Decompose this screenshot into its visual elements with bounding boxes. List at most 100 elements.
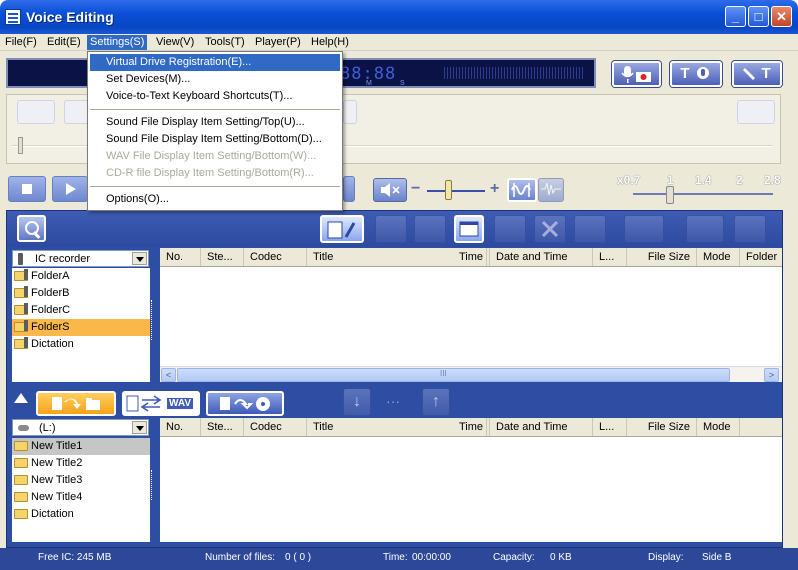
- column-codec[interactable]: Codec: [244, 248, 307, 266]
- combine-button[interactable]: [624, 215, 664, 243]
- capacity-value: 0 KB: [550, 552, 572, 563]
- drive-select[interactable]: (L:): [12, 419, 149, 436]
- speed-slider[interactable]: [666, 186, 674, 204]
- column-date-time[interactable]: Date and Time: [490, 248, 593, 266]
- folder-label: New Title3: [31, 474, 83, 486]
- speed-label-3: 2: [736, 173, 743, 187]
- menu-options[interactable]: Options(O)...: [90, 191, 340, 208]
- new-folder-button[interactable]: [494, 215, 526, 243]
- edit-tool-button-2[interactable]: [343, 100, 357, 124]
- scroll-thumb[interactable]: III: [177, 368, 730, 382]
- close-button[interactable]: ✕: [771, 6, 792, 27]
- voice-record-button[interactable]: [612, 61, 661, 87]
- drive-icon: [18, 425, 29, 431]
- undo-edit-button[interactable]: [17, 100, 55, 124]
- column-time[interactable]: Time: [425, 418, 490, 436]
- menu-edit[interactable]: Edit(E): [44, 35, 84, 50]
- level-meter: [444, 67, 584, 79]
- delete-button[interactable]: [534, 215, 566, 243]
- stop-button[interactable]: [8, 176, 46, 202]
- folder-label: FolderB: [31, 287, 70, 299]
- search-button[interactable]: [17, 215, 46, 242]
- folder-item[interactable]: FolderB: [12, 285, 150, 302]
- burn-cd-button[interactable]: [206, 391, 284, 416]
- copy-button[interactable]: [375, 215, 407, 243]
- column-mode[interactable]: Mode: [697, 418, 740, 436]
- move-up-button[interactable]: ↑: [422, 388, 450, 416]
- menu-view[interactable]: View(V): [153, 35, 197, 50]
- column-length[interactable]: L...: [593, 418, 627, 436]
- display-value: Side B: [702, 552, 732, 563]
- pane-splitter[interactable]: [151, 470, 156, 500]
- folder-item[interactable]: Dictation: [12, 506, 150, 523]
- column-stereo[interactable]: Ste...: [201, 418, 244, 436]
- menu-player[interactable]: Player(P): [252, 35, 304, 50]
- folder-item[interactable]: New Title4: [12, 489, 150, 506]
- menu-settings[interactable]: Settings(S): [87, 35, 148, 50]
- playback-button[interactable]: [343, 176, 355, 202]
- column-folder[interactable]: Folder: [740, 248, 782, 266]
- column-date-time[interactable]: Date and Time: [490, 418, 593, 436]
- column-length[interactable]: L...: [593, 248, 627, 266]
- menu-file[interactable]: File(F): [2, 35, 40, 50]
- volume-slider[interactable]: [445, 180, 452, 200]
- play-button[interactable]: [52, 176, 88, 202]
- column-mode[interactable]: Mode: [697, 248, 740, 266]
- move-button[interactable]: [414, 215, 446, 243]
- eq-button[interactable]: [538, 178, 564, 202]
- folder-item-selected[interactable]: FolderS: [12, 319, 150, 336]
- folder-item[interactable]: Dictation: [12, 336, 150, 353]
- noise-cut-button[interactable]: [507, 178, 537, 202]
- chevron-down-icon[interactable]: [132, 421, 147, 434]
- pane-splitter[interactable]: [151, 300, 156, 340]
- horizontal-scrollbar[interactable]: < III >: [160, 366, 782, 382]
- folder-item[interactable]: FolderC: [12, 302, 150, 319]
- restore-button[interactable]: [574, 215, 606, 243]
- column-stereo[interactable]: Ste...: [201, 248, 244, 266]
- lcd-unit-m: M: [366, 80, 372, 87]
- folder-item[interactable]: New Title2: [12, 455, 150, 472]
- folder-icon: [14, 269, 28, 281]
- waveform-button[interactable]: [686, 215, 724, 243]
- collapse-pane-icon[interactable]: [14, 386, 28, 403]
- scroll-right-icon[interactable]: >: [764, 368, 779, 382]
- properties-button[interactable]: [454, 215, 484, 243]
- minimize-button[interactable]: _: [725, 6, 746, 27]
- folder-icon: [14, 337, 28, 349]
- volume-track: [427, 190, 485, 192]
- folder-item[interactable]: FolderA: [12, 268, 150, 285]
- column-codec[interactable]: Codec: [244, 418, 307, 436]
- menu-help[interactable]: Help(H): [308, 35, 352, 50]
- menu-wav-display-item: WAV File Display Item Setting/Bottom(W).…: [106, 150, 317, 162]
- voice-to-text-button[interactable]: T: [670, 61, 722, 87]
- folder-item-selected[interactable]: New Title1: [12, 438, 150, 455]
- menu-display-item-top[interactable]: Sound File Display Item Setting/Top(U)..…: [90, 114, 340, 131]
- column-file-size[interactable]: File Size: [627, 248, 697, 266]
- edit-document-icon: [327, 221, 356, 239]
- sync-button[interactable]: [734, 215, 766, 243]
- column-no[interactable]: No.: [160, 418, 201, 436]
- text-edit-button[interactable]: T: [732, 61, 782, 87]
- menu-tools[interactable]: Tools(T): [202, 35, 248, 50]
- mute-button[interactable]: [373, 178, 407, 202]
- device-select[interactable]: IC recorder: [12, 250, 149, 267]
- folder-label: FolderS: [31, 321, 70, 333]
- scroll-left-icon[interactable]: <: [161, 368, 176, 382]
- transfer-to-pc-button[interactable]: [36, 391, 116, 416]
- menu-set-devices[interactable]: Set Devices(M)...: [90, 71, 340, 88]
- folder-item[interactable]: New Title3: [12, 472, 150, 489]
- move-down-button[interactable]: ↓: [343, 388, 371, 416]
- rename-button[interactable]: [320, 215, 364, 243]
- drive-select-value: (L:): [39, 422, 56, 434]
- time-value: 00:00:00: [412, 552, 451, 563]
- menu-virtual-drive-registration[interactable]: Virtual Drive Registration(E)...: [90, 54, 340, 71]
- split-file-button[interactable]: [737, 100, 775, 124]
- maximize-button[interactable]: □: [748, 6, 769, 27]
- column-time[interactable]: Time: [425, 248, 490, 266]
- menu-voice-to-text-shortcuts[interactable]: Voice-to-Text Keyboard Shortcuts(T)...: [90, 88, 340, 105]
- position-slider[interactable]: [18, 137, 23, 154]
- column-file-size[interactable]: File Size: [627, 418, 697, 436]
- menu-display-item-bottom[interactable]: Sound File Display Item Setting/Bottom(D…: [90, 131, 340, 148]
- chevron-down-icon[interactable]: [132, 252, 147, 265]
- column-no[interactable]: No.: [160, 248, 201, 266]
